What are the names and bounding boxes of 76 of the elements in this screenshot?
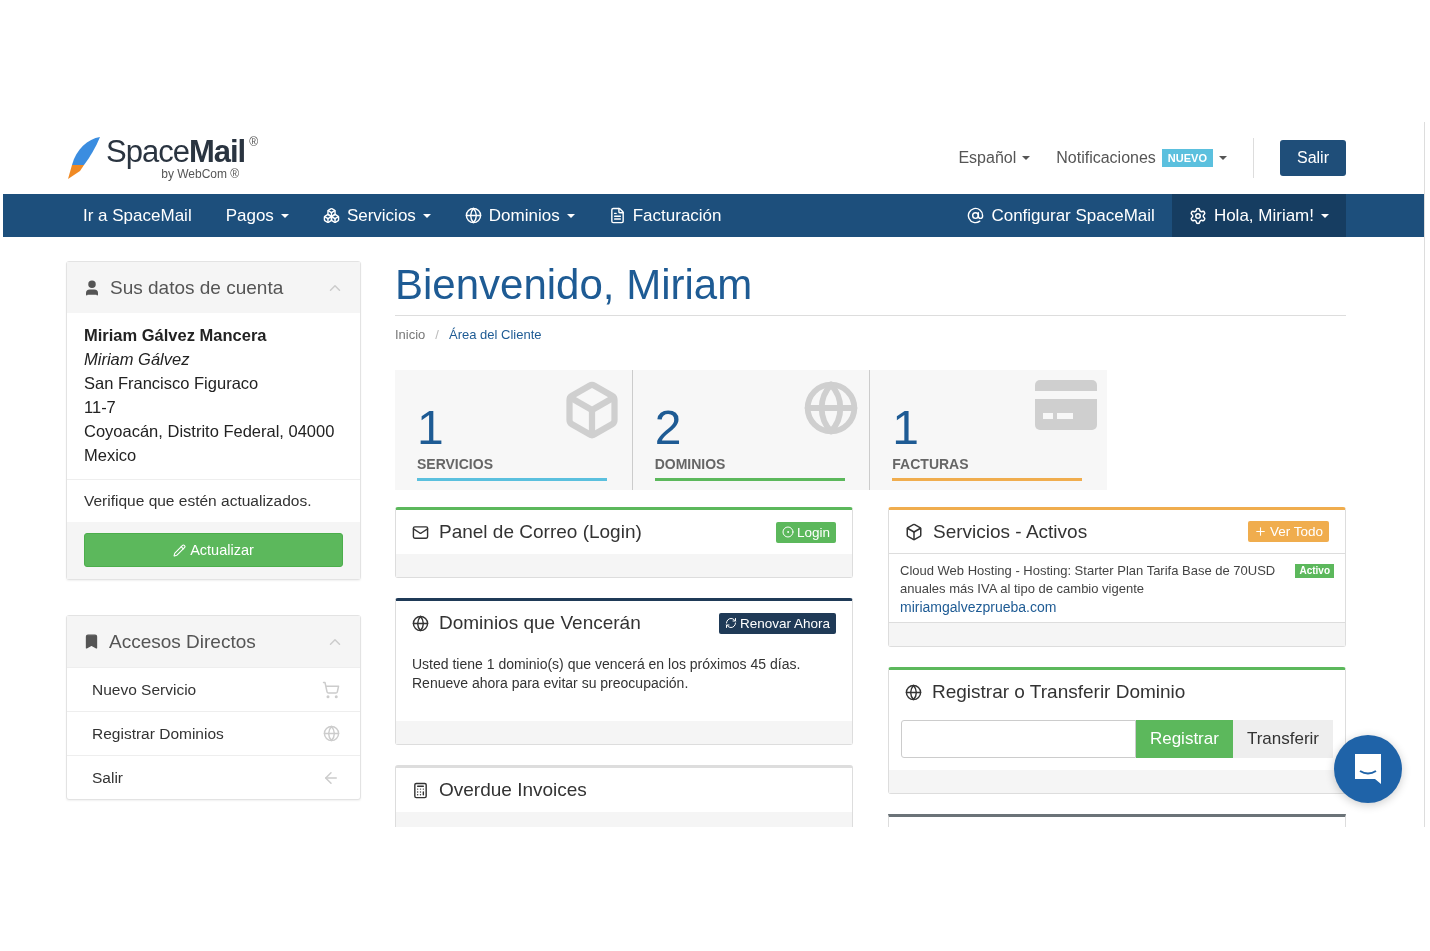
globe-icon bbox=[412, 614, 429, 632]
stat-count: 1 bbox=[892, 404, 921, 452]
shortcut-link[interactable]: Registrar Dominios bbox=[67, 711, 360, 755]
logo-text: SpaceMail bbox=[106, 135, 246, 167]
breadcrumb-link[interactable]: Área del Cliente bbox=[449, 327, 542, 342]
domain-link[interactable]: miriamgalvezprueba.com bbox=[900, 598, 1334, 616]
panel-title: Panel de Correo (Login) bbox=[439, 521, 642, 543]
nav-item[interactable]: Servicios bbox=[305, 194, 448, 237]
panel-title: Servicios - Activos bbox=[933, 520, 1088, 543]
nav-item[interactable]: Ir a SpaceMail bbox=[66, 194, 209, 237]
domain-action-button[interactable]: Transferir bbox=[1232, 720, 1333, 758]
shortcut-link[interactable]: Salir bbox=[67, 755, 360, 799]
logo-subtitle: by WebCom ® bbox=[161, 166, 240, 181]
panel-text: Usted tiene 1 dominio(s) que vencerá en los próximos 45 días. Renueve ahora para evitar su preocupación. bbox=[411, 655, 802, 693]
globe-icon bbox=[323, 725, 340, 742]
panel-title: Registrar o Transferir Dominio bbox=[932, 681, 1186, 703]
bookmark-icon bbox=[83, 633, 100, 650]
new-badge: NUEVO bbox=[1161, 149, 1213, 167]
pencil-icon bbox=[173, 543, 187, 557]
stat-tile[interactable]: 2 DOMINIOS bbox=[631, 370, 870, 490]
notifications-label: Notificaciones bbox=[1056, 149, 1156, 167]
breadcrumb-separator: / bbox=[434, 327, 440, 342]
address-line: Mexico bbox=[84, 445, 138, 466]
circle-icon bbox=[781, 526, 794, 538]
logo-icon bbox=[66, 135, 102, 181]
globe-icon bbox=[464, 207, 482, 224]
update-note: Verifique que estén actualizados. bbox=[83, 491, 313, 511]
logout-button[interactable]: Salir bbox=[1280, 140, 1346, 176]
language-menu[interactable]: Español bbox=[958, 149, 1031, 167]
globe-icon bbox=[905, 683, 922, 701]
address-line: 11-7 bbox=[84, 397, 117, 418]
envelope-icon bbox=[412, 523, 429, 541]
notifications-menu[interactable]: Notificaciones NUEVO bbox=[1056, 149, 1227, 167]
cube-icon bbox=[905, 522, 923, 541]
panel-title: Sus datos de cuenta bbox=[110, 276, 284, 299]
panel-title: Accesos Directos bbox=[109, 630, 256, 653]
panel-title: Dominios que Vencerán bbox=[439, 612, 641, 634]
nav-item[interactable]: Hola, Miriam! bbox=[1171, 194, 1346, 237]
cart-icon bbox=[322, 680, 340, 699]
globe-icon bbox=[803, 380, 860, 436]
gear-icon bbox=[1188, 206, 1207, 225]
nav-item[interactable]: Facturación bbox=[591, 194, 739, 237]
stat-label: FACTURAS bbox=[892, 452, 1083, 481]
domain-input[interactable] bbox=[901, 720, 1136, 758]
stat-count: 2 bbox=[654, 404, 683, 452]
address-line: Coyoacán, Distrito Federal, 04000 bbox=[84, 421, 336, 442]
stat-label: DOMINIOS bbox=[654, 452, 845, 481]
nav-item[interactable]: Dominios bbox=[447, 194, 592, 237]
cubes-icon bbox=[322, 207, 340, 224]
chat-button[interactable] bbox=[1334, 735, 1402, 803]
user-icon bbox=[83, 278, 101, 297]
nav-item[interactable]: Pagos bbox=[208, 194, 306, 237]
at-sign-icon bbox=[967, 207, 985, 224]
document-icon bbox=[608, 207, 626, 224]
stat-count: 1 bbox=[417, 404, 445, 452]
stat-tile[interactable]: 1 FACTURAS bbox=[869, 370, 1107, 490]
service-description: Cloud Web Hosting - Hosting: Starter Plan Tarifa Base de 70USD anuales más IVA al tipo de cambio vigente bbox=[900, 563, 1276, 596]
panel-action-button[interactable]: Renovar Ahora bbox=[718, 612, 836, 634]
stat-tile[interactable]: 1 SERVICIOS bbox=[395, 370, 632, 490]
breadcrumb-link[interactable]: Inicio bbox=[395, 327, 426, 342]
caret-icon bbox=[1219, 156, 1227, 160]
account-name: Miriam Gálvez Mancera bbox=[84, 325, 268, 346]
panel-title: Overdue Invoices bbox=[439, 779, 587, 801]
refresh-icon bbox=[724, 617, 737, 629]
stat-label: SERVICIOS bbox=[417, 452, 607, 481]
plus-icon bbox=[1253, 525, 1267, 538]
shortcut-link[interactable]: Nuevo Servicio bbox=[67, 667, 360, 711]
caret-icon bbox=[1022, 156, 1031, 160]
credit-card-icon bbox=[1035, 380, 1097, 430]
nav-item[interactable]: Configurar SpaceMail bbox=[950, 194, 1172, 237]
status-badge: Activo bbox=[1295, 564, 1334, 578]
calculator-icon bbox=[412, 781, 429, 799]
registered-mark: ® bbox=[249, 135, 259, 149]
company-name: Miriam Gálvez bbox=[84, 349, 191, 370]
address-line: San Francisco Figuraco bbox=[84, 373, 260, 394]
page-title: Bienvenido, Miriam bbox=[395, 261, 1346, 316]
